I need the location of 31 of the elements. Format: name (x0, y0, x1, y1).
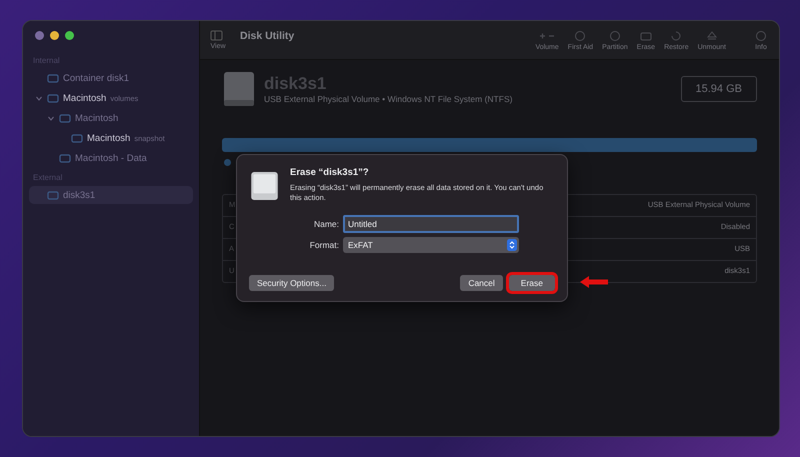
sidebar-item[interactable]: disk3s1 (29, 186, 193, 204)
minimize-button[interactable] (50, 31, 59, 40)
dialog-title: Erase “disk3s1”? (290, 167, 370, 178)
item-label: Macintosh (87, 132, 130, 144)
info-icon (753, 30, 769, 42)
drive-icon (222, 70, 256, 108)
close-button[interactable] (35, 31, 44, 40)
window-title: Disk Utility (240, 30, 294, 42)
item-label: Macintosh - Data (75, 152, 147, 164)
sidebar-item[interactable]: Macintosh (29, 109, 193, 127)
sidebar-item[interactable]: Macintosh - Data (29, 149, 193, 167)
dialog-button[interactable]: Security Options... (249, 275, 334, 291)
arrow-icon (579, 275, 609, 289)
item-label: Macintosh (63, 92, 106, 104)
dialog-button[interactable]: Erase (508, 275, 555, 291)
dialog-button[interactable]: Cancel (460, 275, 503, 291)
item-label: Container disk1 (63, 72, 130, 84)
name-label: Name: (312, 219, 339, 229)
format-dropdown[interactable]: ExFAT (343, 237, 519, 253)
item-label: Macintosh (75, 112, 118, 124)
volume-description: USB External Physical Volume • Windows NT File System (NTFS) (264, 94, 512, 104)
zoom-button[interactable] (65, 31, 74, 40)
chevron-icon[interactable] (48, 115, 54, 121)
item-label: disk3s1 (63, 190, 96, 200)
legend-dot (224, 159, 231, 166)
stepper-icon (507, 239, 517, 251)
chevron-icon[interactable] (36, 95, 42, 101)
format-label: Format: (308, 240, 339, 250)
sidebar-item[interactable]: Container disk1 (29, 69, 193, 87)
volume-size: 15.94 GB (680, 76, 757, 102)
name-field[interactable]: Untitled (343, 215, 519, 233)
